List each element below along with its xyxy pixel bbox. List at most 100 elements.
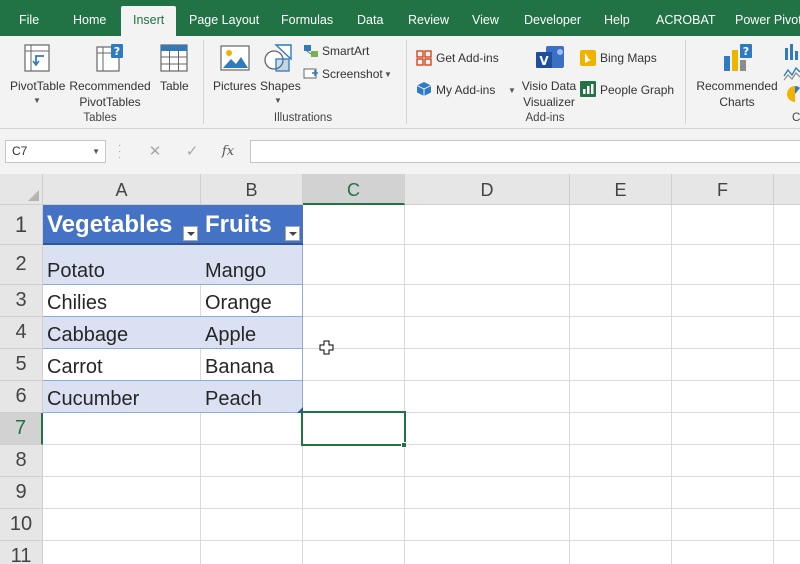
visio-icon: V	[536, 46, 564, 68]
ribbon-tab-bar: File Home Insert Page Layout Formulas Da…	[0, 0, 800, 36]
pivottable-icon	[24, 44, 50, 72]
pivottable-label: PivotTable	[10, 79, 66, 93]
table-cell[interactable]: Apple	[201, 317, 303, 349]
chevron-down-icon: ▼	[384, 70, 392, 79]
recommended-charts-icon: ?	[724, 44, 752, 71]
table-cell[interactable]: Potato	[43, 245, 201, 285]
visio-label-1: Visio Data	[521, 79, 577, 93]
visio-label-2: Visualizer	[523, 95, 575, 109]
ribbon-separator	[406, 40, 407, 124]
enter-button[interactable]: ✓	[180, 140, 204, 163]
get-addins-label: Get Add-ins	[436, 51, 499, 65]
worksheet-grid[interactable]: A B C D E F 1 2 3 4 5 6 7 8 9 10 11 Vege…	[0, 174, 800, 564]
active-cell[interactable]	[301, 411, 406, 446]
gridline	[43, 540, 800, 541]
column-header-d[interactable]: D	[405, 174, 570, 205]
table-cell[interactable]: Banana	[201, 349, 303, 381]
tab-help[interactable]: Help	[604, 0, 630, 36]
tab-home[interactable]: Home	[73, 0, 106, 36]
chevron-down-icon: ▼	[33, 96, 41, 105]
chart-types-icon[interactable]	[783, 42, 800, 106]
table-cell[interactable]: Cabbage	[43, 317, 201, 349]
ribbon-separator	[203, 40, 204, 124]
people-graph-icon	[580, 81, 596, 97]
table-cell[interactable]: Chilies	[43, 285, 201, 317]
recommended-pivottables-label-2: PivotTables	[79, 95, 141, 109]
gridline	[43, 508, 800, 509]
formula-input[interactable]	[250, 140, 800, 163]
store-icon	[416, 50, 432, 66]
people-graph-label: People Graph	[600, 83, 675, 97]
svg-text:?: ?	[114, 45, 120, 58]
row-header-2[interactable]: 2	[0, 245, 43, 285]
table-label: Table	[160, 79, 189, 93]
tab-insert[interactable]: Insert	[121, 6, 177, 36]
table-icon	[160, 44, 188, 72]
column-header-c[interactable]: C	[303, 174, 405, 205]
row-header-9[interactable]: 9	[0, 477, 43, 509]
name-box[interactable]: C7 ▼	[5, 140, 106, 163]
table-header-label: Fruits	[205, 210, 272, 238]
tab-review[interactable]: Review	[408, 0, 449, 36]
tab-developer[interactable]: Developer	[524, 0, 581, 36]
tab-page-layout[interactable]: Page Layout	[189, 0, 259, 36]
chevron-down-icon: ▼	[274, 96, 282, 105]
column-header-partial[interactable]	[774, 174, 800, 205]
group-label-tables: Tables	[83, 112, 117, 124]
table-cell[interactable]: Carrot	[43, 349, 201, 381]
recommended-pivottables-label-1: Recommended	[69, 79, 151, 93]
tab-power-pivot[interactable]: Power Pivot	[735, 0, 800, 36]
filter-dropdown-button[interactable]	[285, 226, 300, 241]
gridline	[569, 205, 570, 564]
row-header-7[interactable]: 7	[0, 413, 43, 445]
smartart-label: SmartArt	[322, 44, 370, 58]
row-header-8[interactable]: 8	[0, 445, 43, 477]
table-cell[interactable]: Cucumber	[43, 381, 201, 413]
tab-view[interactable]: View	[472, 0, 499, 36]
row-header-11[interactable]: 11	[0, 541, 43, 564]
tab-acrobat[interactable]: ACROBAT	[656, 0, 716, 36]
gridline	[404, 205, 405, 564]
column-header-f[interactable]: F	[672, 174, 774, 205]
table-header-vegetables[interactable]: Vegetables	[43, 205, 201, 244]
table-cell[interactable]: Peach	[201, 381, 303, 413]
formula-bar: C7 ▼ · · · ✕ ✓ fx	[0, 129, 800, 174]
select-all-triangle	[28, 190, 39, 201]
select-all-button[interactable]	[0, 174, 43, 205]
row-header-10[interactable]: 10	[0, 509, 43, 541]
chevron-down-icon[interactable]: ▼	[92, 141, 100, 162]
table-cell[interactable]: Orange	[201, 285, 303, 317]
column-header-b[interactable]: B	[201, 174, 303, 205]
gridline	[43, 444, 800, 445]
row-header-4[interactable]: 4	[0, 317, 43, 349]
table-cell[interactable]: Mango	[201, 245, 303, 285]
bing-maps-label: Bing Maps	[600, 51, 657, 65]
screenshot-label: Screenshot	[322, 67, 383, 81]
filter-dropdown-button[interactable]	[183, 226, 198, 241]
row-header-6[interactable]: 6	[0, 381, 43, 413]
recommended-pivottables-icon: ?	[96, 44, 123, 72]
formula-bar-grip[interactable]: · · ·	[118, 141, 122, 163]
group-label-addins: Add-ins	[525, 112, 565, 124]
fill-handle[interactable]	[401, 442, 407, 448]
group-label-illustrations: Illustrations	[273, 112, 333, 124]
ribbon-separator	[685, 40, 686, 124]
tab-file[interactable]: File	[19, 0, 39, 36]
pictures-icon	[220, 45, 250, 71]
gridline	[773, 205, 774, 564]
pictures-label: Pictures	[213, 79, 257, 93]
column-header-a[interactable]: A	[43, 174, 201, 205]
row-header-5[interactable]: 5	[0, 349, 43, 381]
recommended-charts-label-2: Charts	[719, 95, 755, 109]
insert-function-button[interactable]: fx	[216, 140, 240, 163]
tab-data[interactable]: Data	[357, 0, 383, 36]
tab-formulas[interactable]: Formulas	[281, 0, 333, 36]
smartart-icon	[304, 45, 318, 57]
column-header-e[interactable]: E	[570, 174, 672, 205]
svg-text:V: V	[539, 54, 549, 68]
svg-text:?: ?	[743, 45, 749, 58]
name-box-value: C7	[12, 144, 28, 158]
cancel-button[interactable]: ✕	[143, 140, 167, 163]
row-header-3[interactable]: 3	[0, 285, 43, 317]
row-header-1[interactable]: 1	[0, 205, 43, 245]
